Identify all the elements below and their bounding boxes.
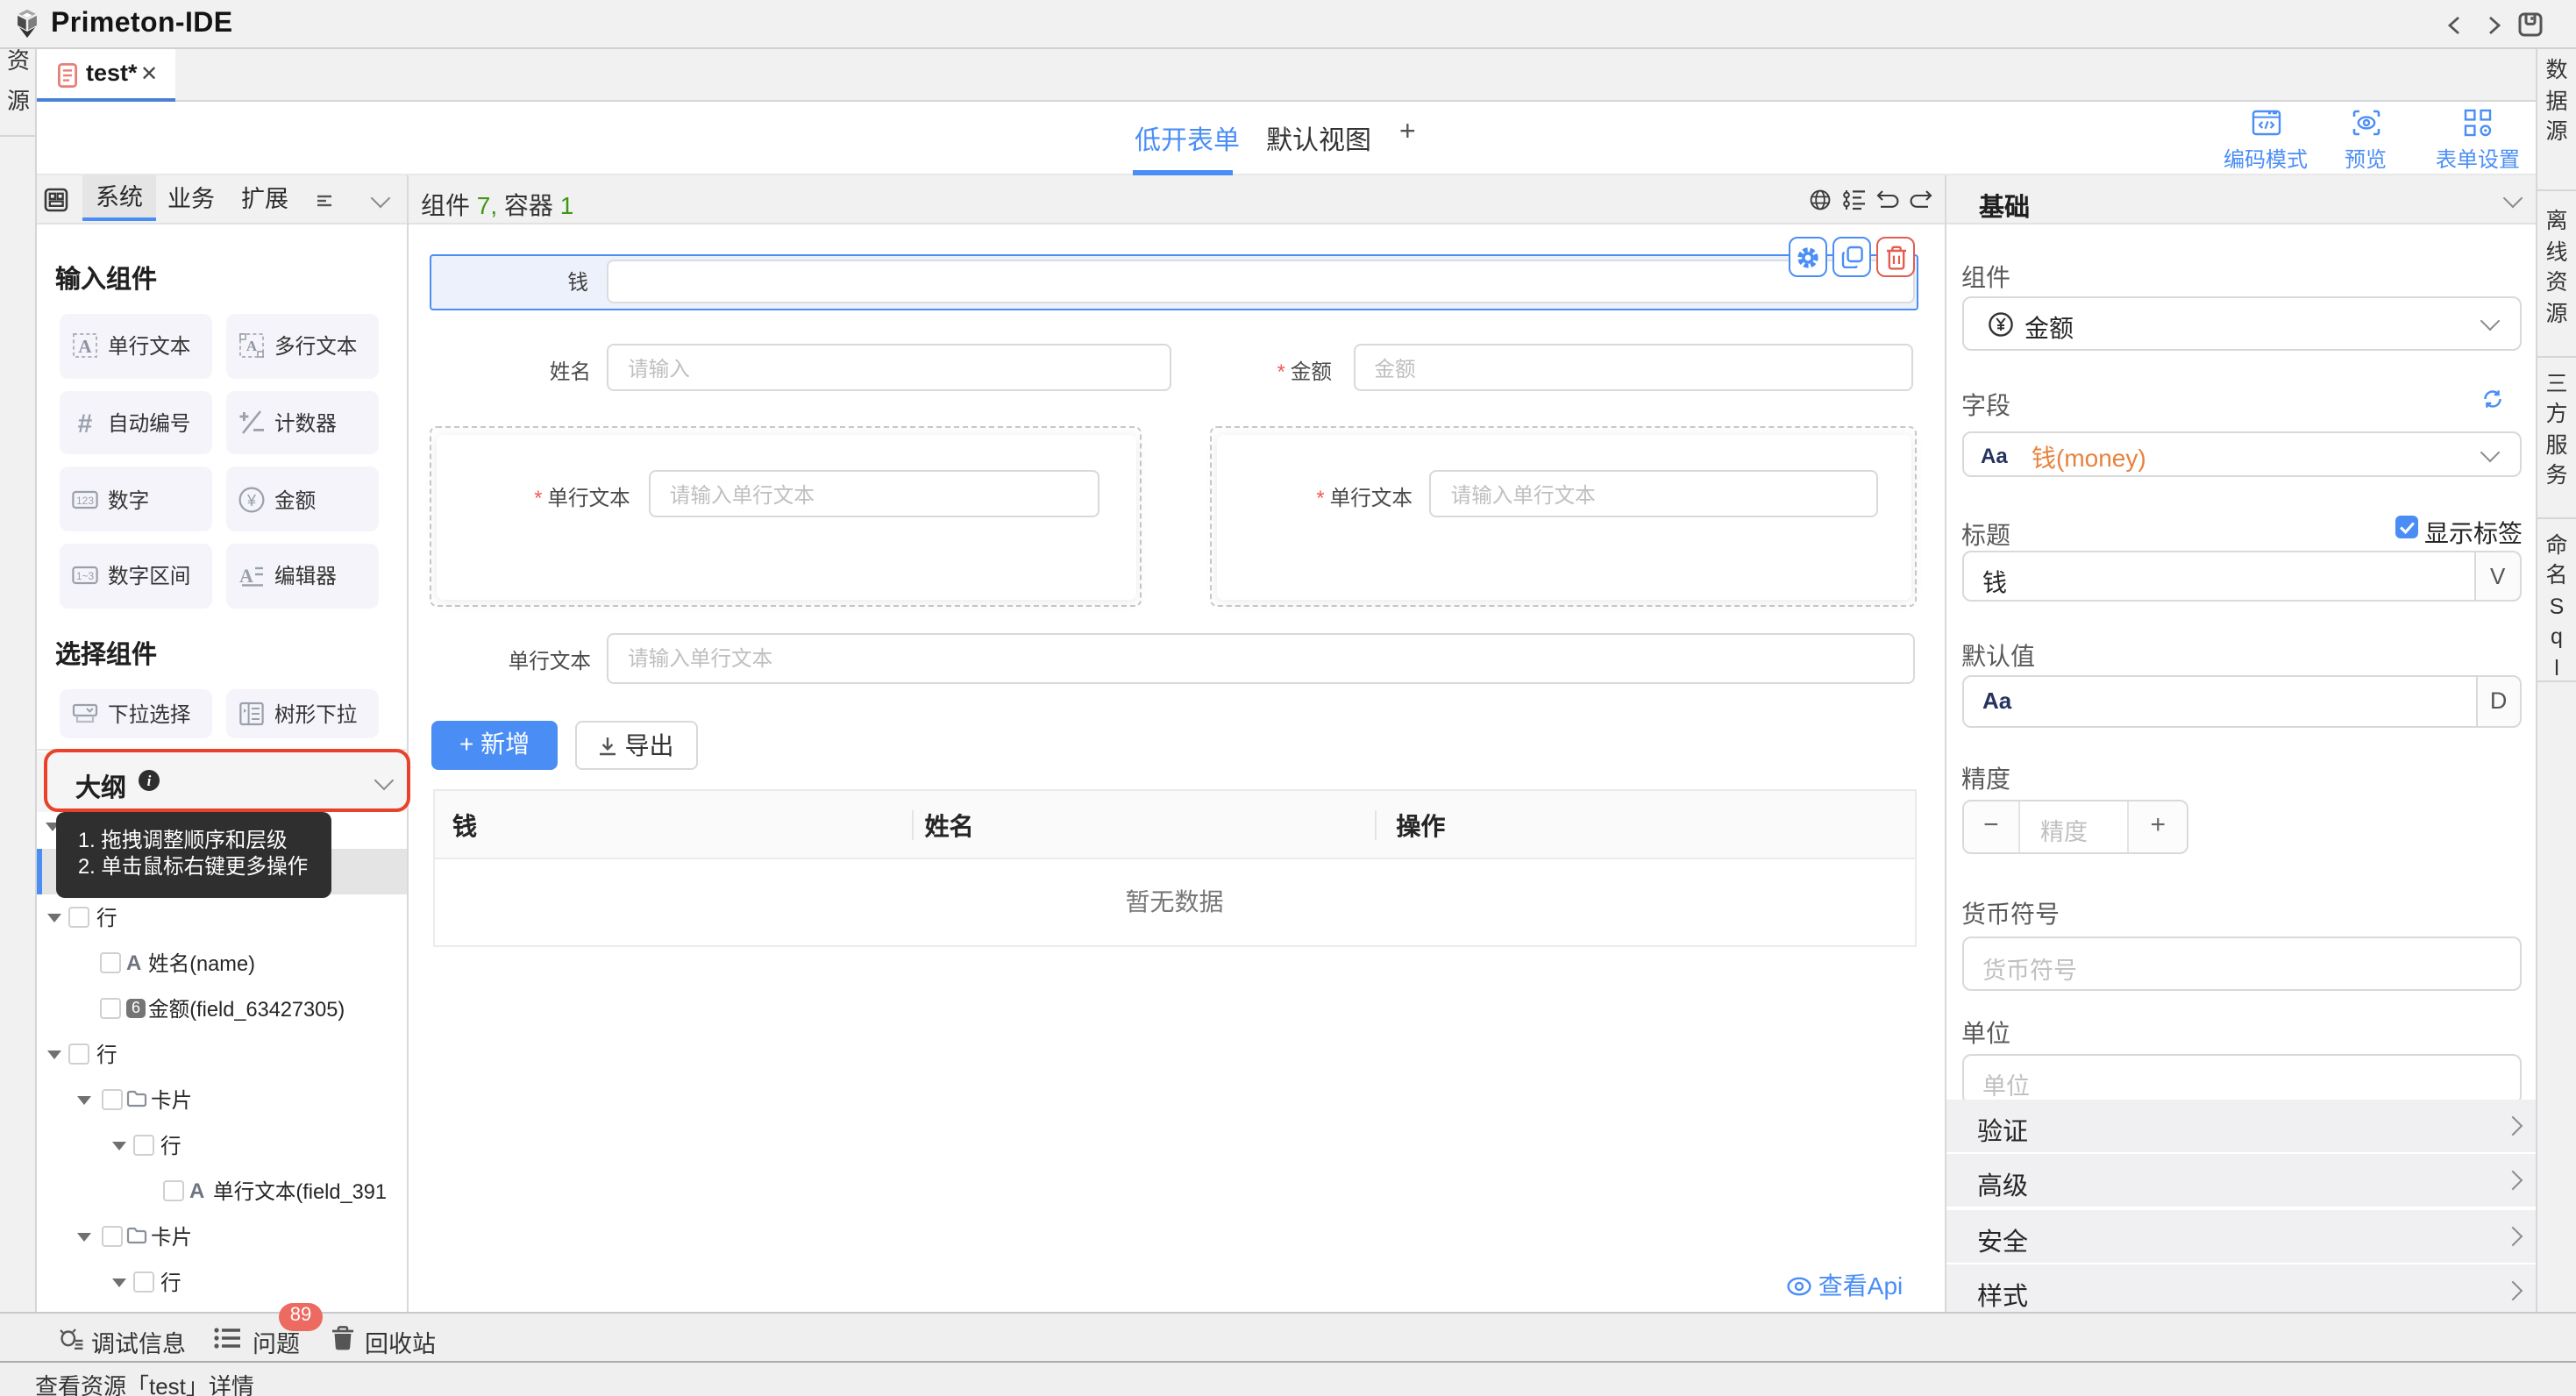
svg-text:¥: ¥: [246, 491, 256, 509]
svg-text:A: A: [246, 338, 257, 355]
svg-text:#: #: [77, 410, 92, 436]
svg-text:A: A: [77, 337, 91, 358]
svg-text:1~3: 1~3: [75, 571, 94, 583]
svg-text:123: 123: [75, 494, 93, 506]
svg-text:i: i: [146, 773, 151, 789]
svg-text:A: A: [238, 566, 253, 588]
